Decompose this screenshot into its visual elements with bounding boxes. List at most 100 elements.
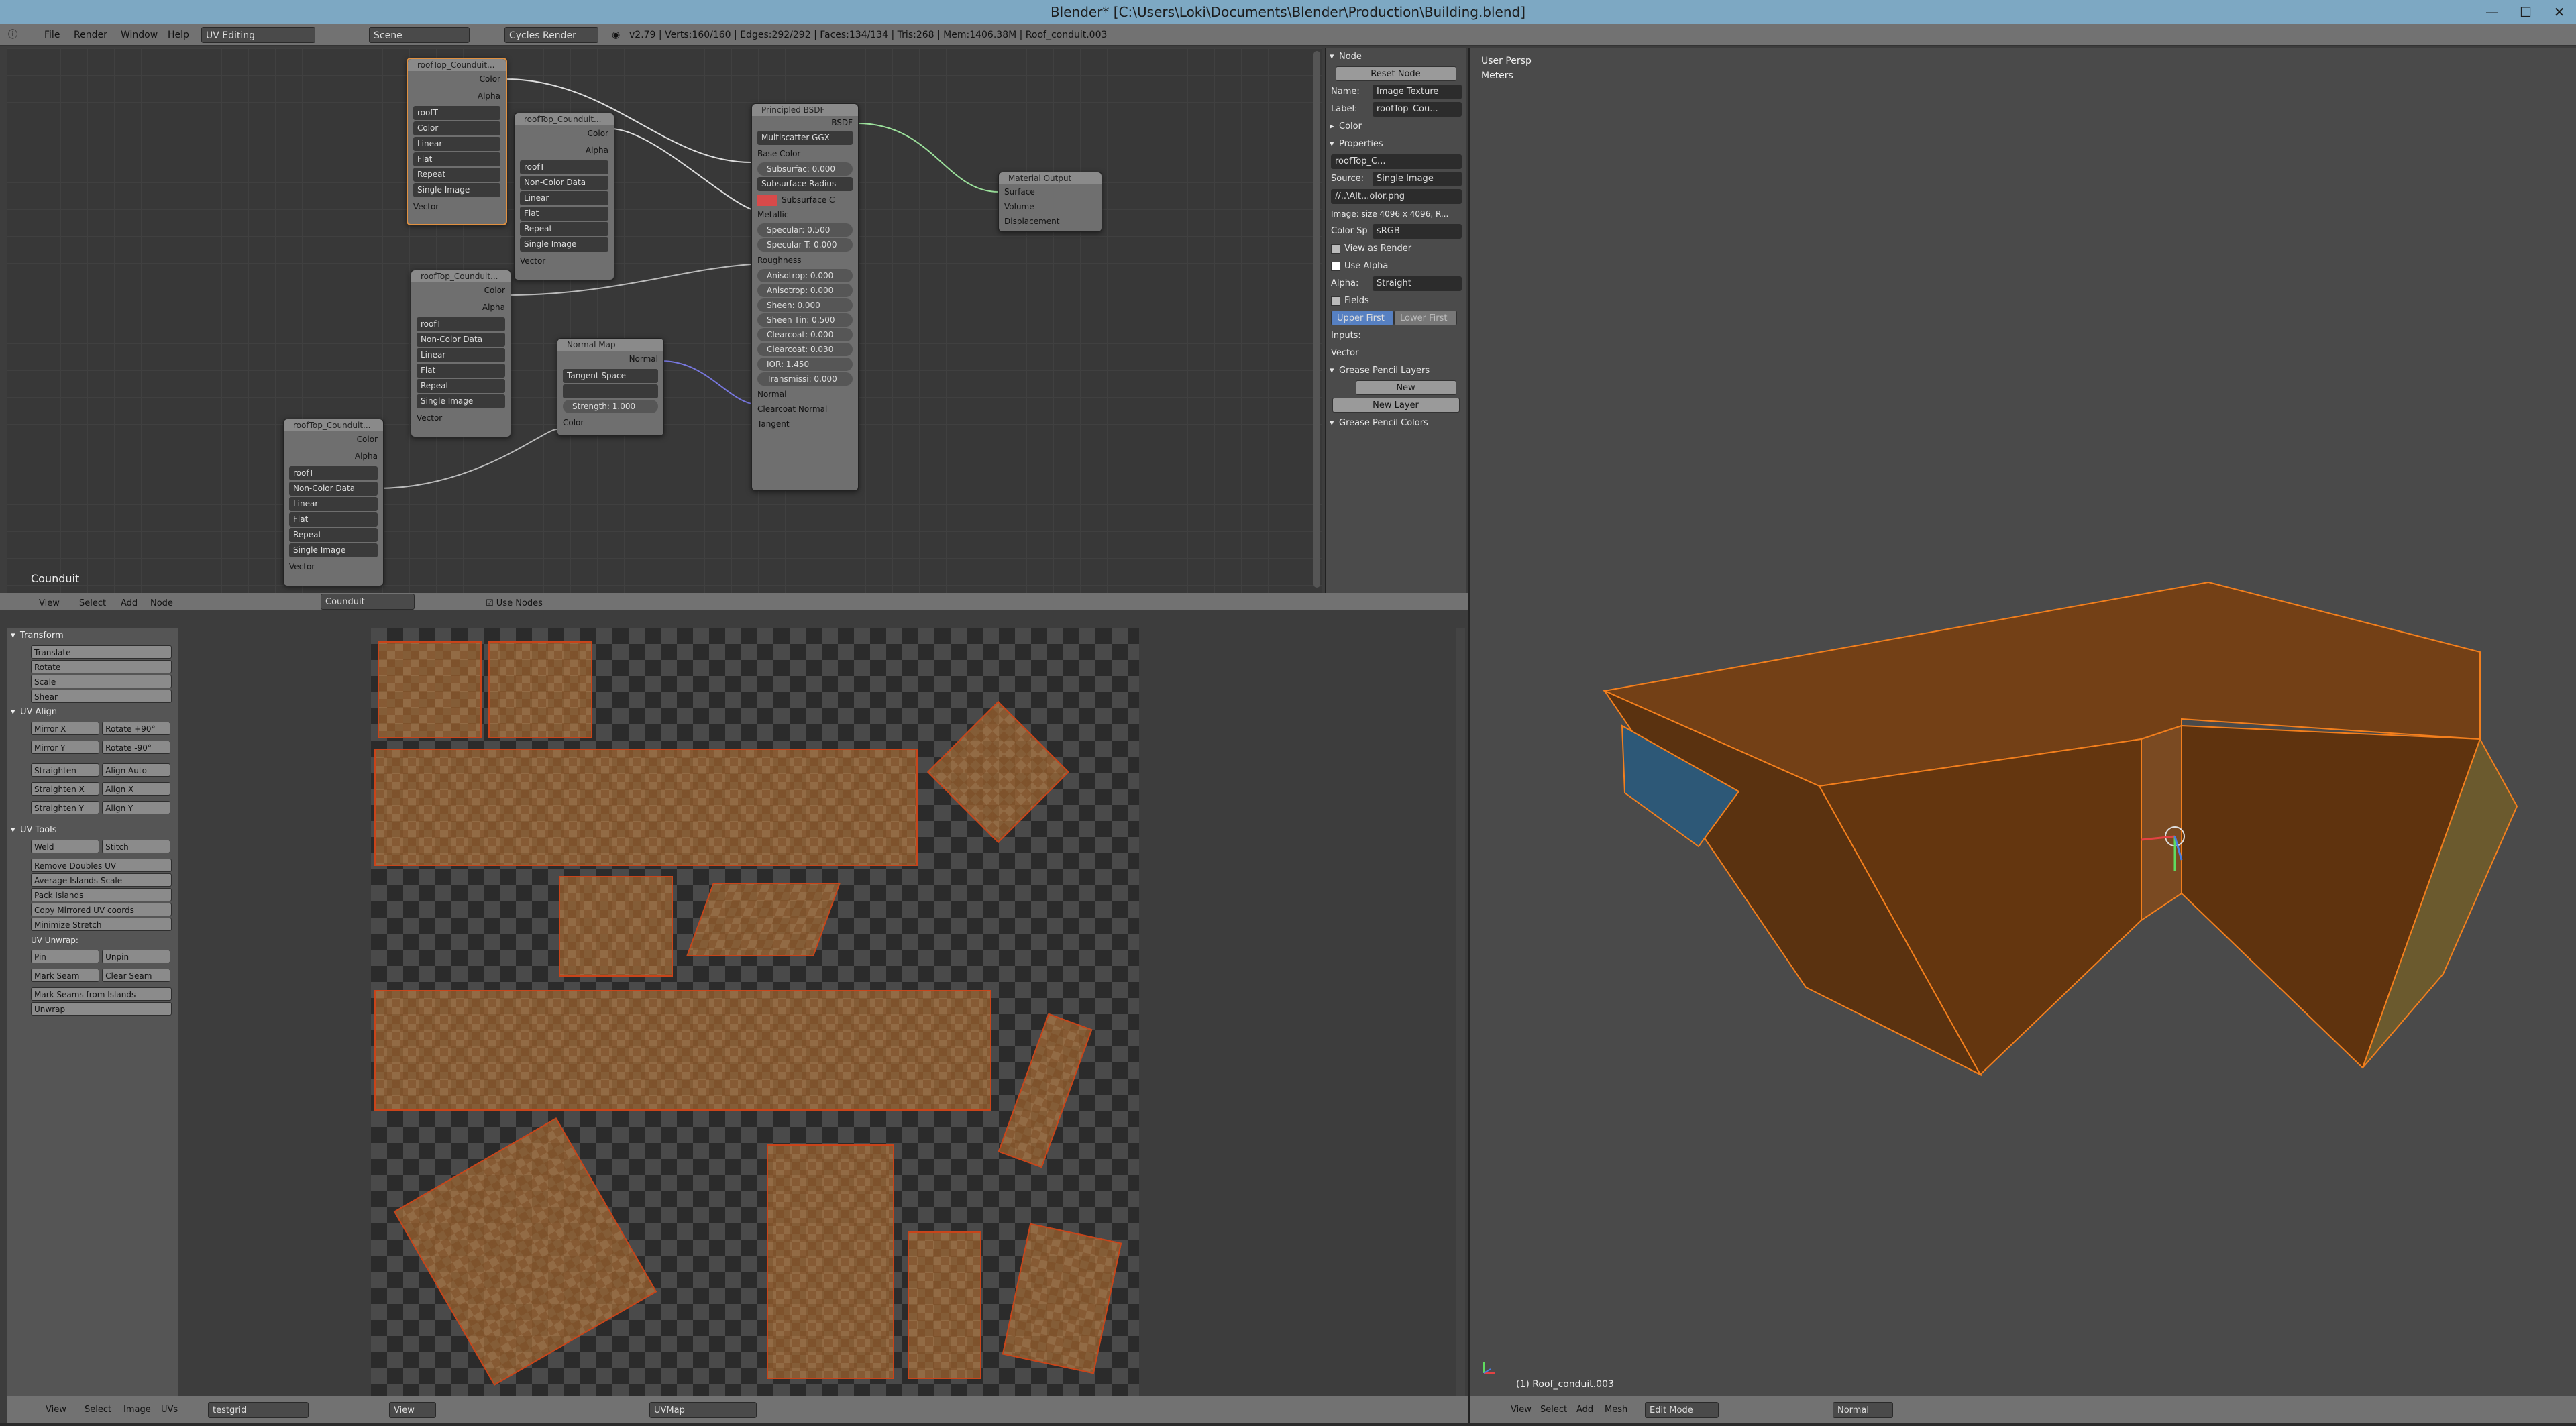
uv-image-editor[interactable]: Transform Translate Rotate Scale Shear U… bbox=[7, 628, 1468, 1396]
specular-field[interactable]: Specular: 0.500 bbox=[757, 223, 853, 237]
projection-select[interactable]: Flat bbox=[289, 512, 378, 527]
unpin-button[interactable]: Unpin bbox=[102, 950, 171, 963]
info-icon[interactable]: ⓘ bbox=[8, 27, 17, 43]
image-datablock[interactable]: roofT bbox=[520, 160, 608, 174]
align-auto-button[interactable]: Align Auto bbox=[102, 763, 171, 777]
node-menu-select[interactable]: Select bbox=[79, 596, 106, 612]
principled-bsdf-node[interactable]: Principled BSDF BSDF Multiscatter GGX Ba… bbox=[751, 103, 859, 491]
projection-select[interactable]: Flat bbox=[417, 364, 505, 378]
rotate-minus-90-button[interactable]: Rotate -90° bbox=[102, 741, 171, 754]
align-x-button[interactable]: Align X bbox=[102, 782, 171, 796]
screen-layout-select[interactable]: UV Editing bbox=[201, 27, 315, 43]
mirror-x-button[interactable]: Mirror X bbox=[31, 722, 99, 735]
average-islands-scale-button[interactable]: Average Islands Scale bbox=[31, 873, 172, 887]
uv-menu-uvs[interactable]: UVs bbox=[161, 1402, 178, 1418]
subsurface-color-row[interactable]: Subsurface C bbox=[752, 193, 858, 207]
straighten-y-button[interactable]: Straighten Y bbox=[31, 801, 99, 814]
reset-node-button[interactable]: Reset Node bbox=[1335, 66, 1456, 81]
scene-select[interactable]: Scene bbox=[369, 27, 470, 43]
extension-select[interactable]: Repeat bbox=[417, 379, 505, 393]
new-grease-pencil-button[interactable]: New bbox=[1355, 380, 1456, 395]
transmission-field[interactable]: Transmissi: 0.000 bbox=[757, 372, 853, 386]
interpolation-select[interactable]: Linear bbox=[289, 497, 378, 511]
view3d-menu-mesh[interactable]: Mesh bbox=[1605, 1402, 1627, 1418]
normal-space-select[interactable]: Tangent Space bbox=[563, 369, 658, 383]
use-nodes-toggle[interactable]: ☑ Use Nodes bbox=[486, 596, 543, 612]
anisotropic-field[interactable]: Anisotrop: 0.000 bbox=[757, 269, 853, 282]
mark-seam-button[interactable]: Mark Seam bbox=[31, 969, 99, 982]
use-alpha-checkbox[interactable] bbox=[1331, 261, 1340, 271]
node-menu-add[interactable]: Add bbox=[121, 596, 138, 612]
pin-button[interactable]: Pin bbox=[31, 950, 99, 963]
image-texture-node-2[interactable]: roofTop_Counduit... Color Alpha roofT No… bbox=[514, 113, 614, 280]
subsurface-radius-field[interactable]: Subsurface Radius bbox=[757, 177, 853, 191]
color-panel-header[interactable]: Color bbox=[1326, 118, 1466, 135]
source-select[interactable]: Single Image bbox=[520, 237, 608, 252]
rotate-plus-90-button[interactable]: Rotate +90° bbox=[102, 722, 171, 735]
uv-align-panel-header[interactable]: UV Align bbox=[7, 704, 178, 720]
node-panel-header[interactable]: Node bbox=[1326, 48, 1466, 66]
uv-island[interactable] bbox=[374, 749, 918, 866]
uv-island[interactable] bbox=[767, 1144, 894, 1379]
rotate-button[interactable]: Rotate bbox=[31, 660, 172, 673]
color-space-select[interactable]: Color bbox=[413, 121, 500, 135]
shear-button[interactable]: Shear bbox=[31, 690, 172, 703]
straighten-button[interactable]: Straighten bbox=[31, 763, 99, 777]
scale-button[interactable]: Scale bbox=[31, 675, 172, 688]
new-layer-button[interactable]: New Layer bbox=[1332, 398, 1460, 413]
upper-first-button[interactable]: Upper First bbox=[1331, 311, 1394, 325]
color-space-select[interactable]: Non-Color Data bbox=[417, 333, 505, 347]
projection-select[interactable]: Flat bbox=[413, 152, 500, 166]
image-path-field[interactable]: //..\Alt...olor.png bbox=[1331, 189, 1462, 204]
image-datablock[interactable]: roofT bbox=[417, 317, 505, 331]
view3d-menu-select[interactable]: Select bbox=[1540, 1402, 1567, 1418]
lower-first-button[interactable]: Lower First bbox=[1394, 311, 1457, 325]
pack-islands-button[interactable]: Pack Islands bbox=[31, 888, 172, 901]
view3d-menu-view[interactable]: View bbox=[1511, 1402, 1532, 1418]
material-output-node[interactable]: Material Output Surface Volume Displacem… bbox=[998, 172, 1102, 232]
stitch-button[interactable]: Stitch bbox=[102, 840, 171, 853]
sheen-field[interactable]: Sheen: 0.000 bbox=[757, 298, 853, 312]
menu-file[interactable]: File bbox=[44, 27, 60, 43]
node-name-field[interactable]: Image Texture bbox=[1373, 85, 1462, 99]
render-engine-select[interactable]: Cycles Render bbox=[504, 27, 598, 43]
3d-viewport[interactable]: User Persp Meters (1) Roof_conduit.003 bbox=[1470, 48, 2576, 1396]
color-space-select[interactable]: sRGB bbox=[1373, 224, 1462, 239]
sheen-tint-field[interactable]: Sheen Tin: 0.500 bbox=[757, 313, 853, 327]
clearcoat-roughness-field[interactable]: Clearcoat: 0.030 bbox=[757, 343, 853, 356]
distribution-select[interactable]: Multiscatter GGX bbox=[757, 131, 853, 145]
image-texture-node-1[interactable]: roofTop_Counduit... Color Alpha roofT Co… bbox=[407, 58, 507, 225]
mesh-view[interactable] bbox=[1470, 48, 2576, 1396]
transform-panel-header[interactable]: Transform bbox=[7, 628, 178, 644]
uv-menu-select[interactable]: Select bbox=[85, 1402, 111, 1418]
interpolation-select[interactable]: Linear bbox=[520, 191, 608, 205]
remove-doubles-uv-button[interactable]: Remove Doubles UV bbox=[31, 859, 172, 872]
uv-map-field[interactable] bbox=[563, 384, 658, 398]
subsurface-field[interactable]: Subsurfac: 0.000 bbox=[757, 162, 853, 176]
color-space-select[interactable]: Non-Color Data bbox=[289, 482, 378, 496]
view-mode-select[interactable]: View bbox=[389, 1402, 436, 1418]
align-y-button[interactable]: Align Y bbox=[102, 801, 171, 814]
translate-button[interactable]: Translate bbox=[31, 645, 172, 659]
source-select[interactable]: Single Image bbox=[1373, 172, 1462, 186]
source-select[interactable]: Single Image bbox=[289, 543, 378, 557]
uv-island[interactable] bbox=[998, 1013, 1093, 1168]
normal-map-node[interactable]: Normal Map Normal Tangent Space Strength… bbox=[557, 338, 664, 436]
image-datablock[interactable]: roofT bbox=[289, 466, 378, 480]
specular-tint-field[interactable]: Specular T: 0.000 bbox=[757, 238, 853, 252]
image-select[interactable]: testgrid bbox=[208, 1402, 309, 1418]
projection-select[interactable]: Flat bbox=[520, 207, 608, 221]
source-select[interactable]: Single Image bbox=[413, 183, 500, 197]
node-editor-scrollbar[interactable] bbox=[1313, 51, 1320, 588]
mirror-y-button[interactable]: Mirror Y bbox=[31, 741, 99, 754]
color-space-select[interactable]: Non-Color Data bbox=[520, 176, 608, 190]
properties-panel-header[interactable]: Properties bbox=[1326, 135, 1466, 153]
strength-field[interactable]: Strength: 1.000 bbox=[563, 400, 658, 413]
uv-island[interactable] bbox=[488, 641, 592, 738]
mark-seams-from-islands-button[interactable]: Mark Seams from Islands bbox=[31, 987, 172, 1001]
uv-island[interactable] bbox=[559, 876, 673, 977]
menu-help[interactable]: Help bbox=[168, 27, 189, 43]
node-label-field[interactable]: roofTop_Cou... bbox=[1373, 102, 1462, 117]
extension-select[interactable]: Repeat bbox=[413, 168, 500, 182]
minimize-button[interactable]: — bbox=[2475, 0, 2509, 24]
